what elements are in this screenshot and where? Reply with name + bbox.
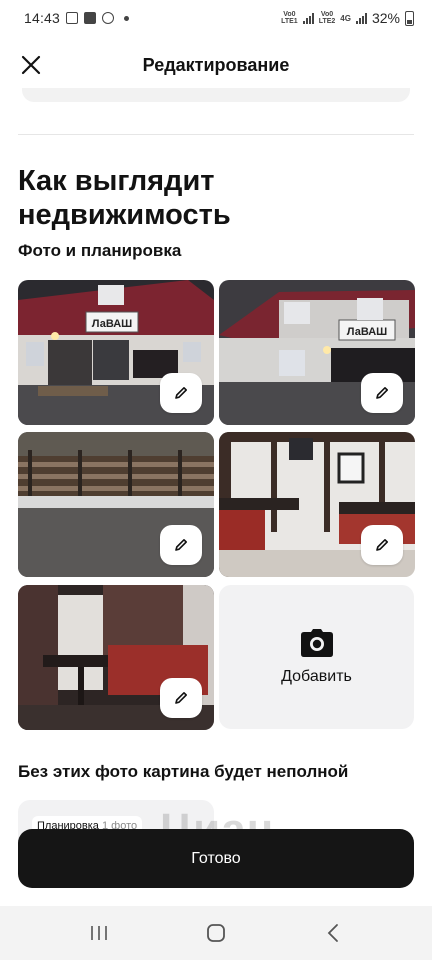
app-notification-icon: [84, 12, 97, 24]
photo-tile-4[interactable]: [219, 432, 415, 577]
clock: 14:43: [24, 10, 61, 26]
edit-photo-4-button[interactable]: [361, 525, 403, 565]
pencil-icon: [175, 387, 187, 399]
top-app-bar: Редактирование: [0, 36, 432, 94]
photo-tile-1[interactable]: ЛаВАШ: [18, 280, 214, 425]
home-icon: [207, 924, 225, 942]
back-icon: [328, 924, 339, 942]
back-button[interactable]: [303, 913, 363, 953]
home-button[interactable]: [186, 913, 246, 953]
more-notifications-icon: [124, 15, 130, 21]
pencil-icon: [175, 539, 187, 551]
network-type: 4G: [340, 13, 351, 23]
signal-sim2-icon: [355, 12, 367, 24]
photo-tile-2[interactable]: ЛаВАШ: [219, 280, 415, 425]
status-bar: 14:43 Vo0 LTE1 Vo0 LTE2 4G 32%: [0, 0, 432, 36]
close-button[interactable]: [14, 50, 48, 80]
system-navigation-bar: [0, 906, 432, 960]
edit-photo-2-button[interactable]: [361, 373, 403, 413]
done-button[interactable]: Готово: [18, 829, 414, 888]
photo-tile-5[interactable]: [18, 585, 214, 730]
edit-photo-5-button[interactable]: [160, 678, 202, 718]
done-button-label: Готово: [191, 849, 241, 867]
recent-apps-icon: [90, 926, 107, 940]
page-title: Редактирование: [142, 54, 290, 75]
photo-tile-3[interactable]: [18, 432, 214, 577]
add-photo-label: Добавить: [281, 668, 352, 685]
pencil-icon: [376, 539, 388, 551]
photos-subheading: Фото и планировка: [18, 241, 182, 260]
recent-apps-button[interactable]: [69, 913, 129, 953]
add-photo-button[interactable]: Добавить: [219, 585, 414, 729]
missing-photos-heading: Без этих фото картина будет неполной: [18, 762, 349, 781]
photo-2-sign: ЛаВАШ: [347, 326, 388, 338]
section-heading: Как выглядит недвижимость: [18, 165, 231, 231]
battery-icon: [405, 10, 414, 26]
check-notification-icon: [102, 12, 115, 24]
pencil-icon: [175, 692, 187, 704]
previous-section-card: [22, 88, 410, 102]
sim2-label: Vo0 LTE2: [318, 11, 336, 25]
close-icon: [21, 55, 41, 75]
gallery-notification-icon: [66, 12, 79, 24]
edit-photo-1-button[interactable]: [160, 373, 202, 413]
edit-photo-3-button[interactable]: [160, 525, 202, 565]
photo-1-sign: ЛаВАШ: [92, 318, 133, 330]
section-divider: [18, 134, 414, 135]
signal-sim1-icon: [302, 12, 314, 24]
camera-icon: [300, 629, 333, 657]
pencil-icon: [376, 387, 388, 399]
battery-percent: 32%: [371, 10, 400, 26]
sim1-label: Vo0 LTE1: [281, 11, 298, 25]
